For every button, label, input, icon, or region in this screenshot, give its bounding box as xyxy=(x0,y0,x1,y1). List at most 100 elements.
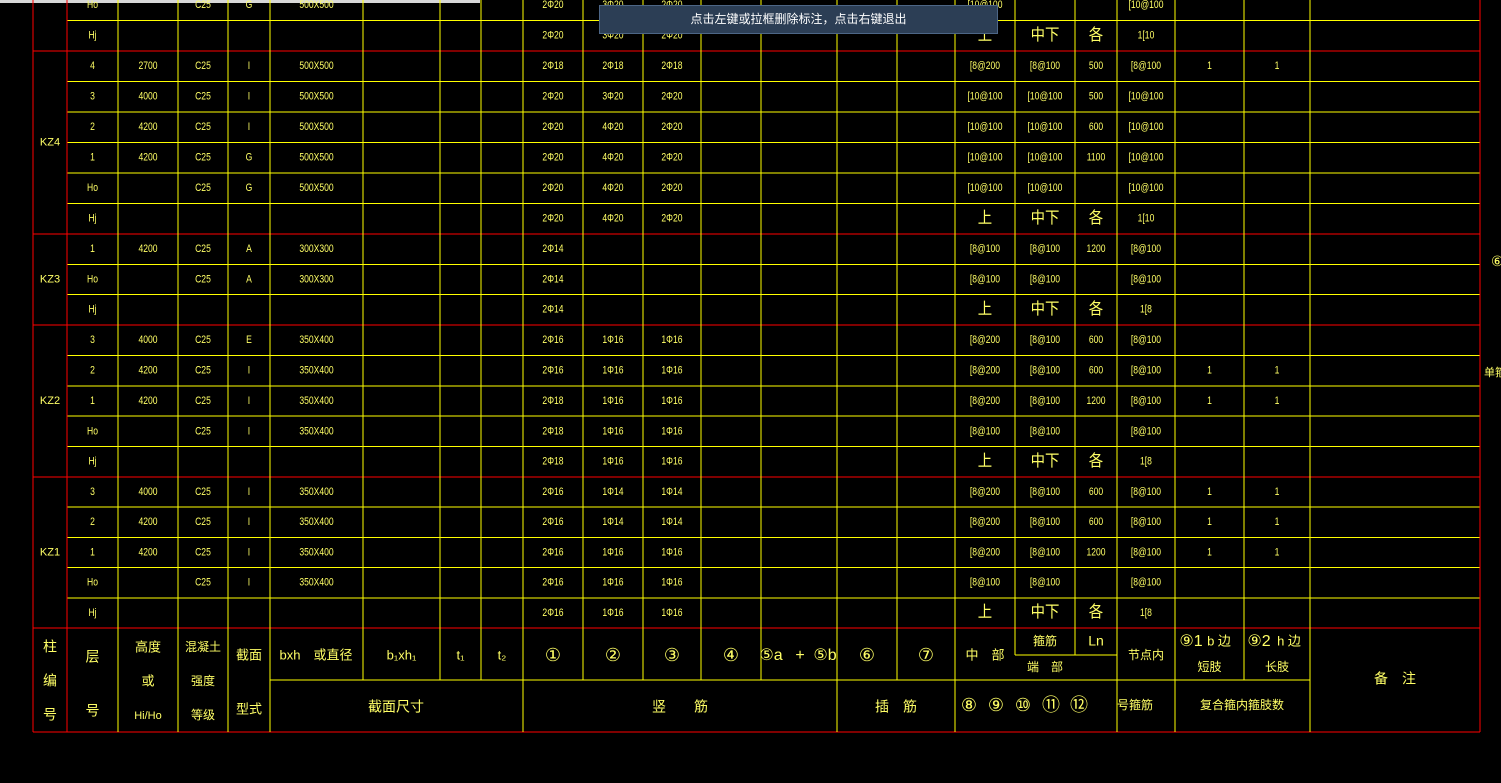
cell-value: [8@200 xyxy=(970,365,1001,377)
cell-value: G xyxy=(246,182,253,194)
cell-value: 350X400 xyxy=(299,546,334,558)
cell-value: [8@200 xyxy=(970,395,1001,407)
cell-value: 中下 xyxy=(1031,300,1060,318)
cell-value: G xyxy=(246,152,253,164)
cell-value: 1Φ16 xyxy=(661,395,683,407)
cell-value: I xyxy=(248,577,250,589)
header-hoop-num: ⑧ xyxy=(961,695,977,715)
cell-value: 1[8 xyxy=(1140,456,1152,468)
cell-value: 600 xyxy=(1089,516,1104,528)
cell-value: C25 xyxy=(195,395,211,407)
header-col-name: 柱 xyxy=(43,639,57,655)
cell-value: 1 xyxy=(90,395,95,407)
cell-value: 3Φ20 xyxy=(602,91,624,103)
cell-value: 4000 xyxy=(138,486,158,498)
side-label-right: 单箍 xyxy=(1484,365,1501,379)
cell-value: C25 xyxy=(195,546,211,558)
cell-value: 2Φ14 xyxy=(542,243,564,255)
cell-value: Ho xyxy=(87,273,98,285)
cell-value: 4200 xyxy=(138,546,158,558)
cell-value: 1 xyxy=(1207,395,1212,407)
cell-value: 2Φ16 xyxy=(542,365,564,377)
cell-value: 4000 xyxy=(138,334,158,346)
header-rebar-1: ① xyxy=(545,645,561,665)
cell-value: 4200 xyxy=(138,516,158,528)
cell-value: 1[10 xyxy=(1138,213,1155,225)
cell-value: 4Φ20 xyxy=(602,152,624,164)
header-b-dir: b 边 xyxy=(1207,633,1231,648)
cell-value: 1 xyxy=(90,152,95,164)
cell-value: 2Φ20 xyxy=(661,121,683,133)
cell-value: 2Φ20 xyxy=(661,152,683,164)
cell-value: 500X500 xyxy=(299,121,334,133)
cell-value: [8@100 xyxy=(1131,60,1162,72)
header-col-section-type: 型式 xyxy=(236,701,262,716)
cell-value: 350X400 xyxy=(299,395,334,407)
cell-value: 500X500 xyxy=(299,152,334,164)
cell-value: 1Φ16 xyxy=(661,546,683,558)
cell-value: 350X400 xyxy=(299,425,334,437)
cell-value: E xyxy=(246,334,252,346)
cell-value: 350X400 xyxy=(299,365,334,377)
cell-value: 1 xyxy=(1275,395,1280,407)
cell-value: [10@100 xyxy=(1028,121,1063,133)
cell-value: 4Φ20 xyxy=(602,121,624,133)
cell-value: 4200 xyxy=(138,395,158,407)
cell-value: [10@100 xyxy=(968,152,1003,164)
header-mid: 中 部 xyxy=(965,647,1004,662)
cell-value: I xyxy=(248,91,250,103)
cell-value: 4 xyxy=(90,60,95,72)
cell-value: 2Φ20 xyxy=(542,152,564,164)
cell-value: Hj xyxy=(88,607,96,619)
header-end: 端 部 xyxy=(1027,659,1063,674)
cell-value: [8@100 xyxy=(1131,577,1162,589)
cell-value: [8@100 xyxy=(1030,365,1061,377)
cell-value: 300X300 xyxy=(299,243,334,255)
cell-value: [10@100 xyxy=(1129,0,1164,12)
cell-value: [10@100 xyxy=(1129,182,1164,194)
cell-value: 2Φ16 xyxy=(542,334,564,346)
cell-value: A xyxy=(246,243,252,255)
cell-value: 各 xyxy=(1089,26,1103,44)
header-rebar-4: ④ xyxy=(723,645,739,665)
cell-value: 4200 xyxy=(138,365,158,377)
cell-value: [8@100 xyxy=(1131,516,1162,528)
cell-value: 1[8 xyxy=(1140,304,1152,316)
cell-value: [10@100 xyxy=(1028,91,1063,103)
cell-value: 2Φ20 xyxy=(661,182,683,194)
cell-value: 1Φ16 xyxy=(661,425,683,437)
cell-value: 中下 xyxy=(1031,209,1060,227)
cell-value: 1Φ16 xyxy=(661,607,683,619)
cell-value: 1100 xyxy=(1087,152,1106,164)
header-hoop-num: ⑪ xyxy=(1042,695,1060,715)
header-rebar-5b: ⑤b xyxy=(813,647,836,664)
cell-value: I xyxy=(248,486,250,498)
cell-value: 1Φ14 xyxy=(602,486,624,498)
header-hoop-top: 箍筋 xyxy=(1033,633,1057,648)
group-name: KZ3 xyxy=(40,273,60,285)
header-rebar-2: ② xyxy=(605,645,621,665)
cell-value: 1 xyxy=(90,243,95,255)
cell-value: [8@200 xyxy=(970,516,1001,528)
cell-value: [8@100 xyxy=(1030,486,1061,498)
header-g92: ⑨2 xyxy=(1247,633,1270,650)
cell-value: 1Φ16 xyxy=(602,425,624,437)
cad-drawing-canvas[interactable]: Ho C25 G 500X500 2Φ20 3Φ20 2Φ20 [10@100 [10@100 H… xyxy=(0,0,1501,783)
cell-value: 1[8 xyxy=(1140,607,1152,619)
cell-value: 2700 xyxy=(138,60,158,72)
cell-value: 1Φ16 xyxy=(602,577,624,589)
cell-value: A xyxy=(246,273,252,285)
cell-value: [8@100 xyxy=(1030,395,1061,407)
cell-value: 2Φ20 xyxy=(661,91,683,103)
cell-value: [8@100 xyxy=(970,425,1001,437)
cell-value: [8@100 xyxy=(1131,395,1162,407)
cell-value: 2Φ18 xyxy=(542,60,564,72)
cell-value: 各 xyxy=(1089,452,1103,470)
cell-value: 2Φ18 xyxy=(542,425,564,437)
cell-value: 2Φ20 xyxy=(542,91,564,103)
cell-value: [8@100 xyxy=(1131,546,1162,558)
cell-value: 各 xyxy=(1089,300,1103,318)
cell-value: 1 xyxy=(1275,486,1280,498)
cell-value: [8@100 xyxy=(1030,516,1061,528)
cell-value: 1Φ14 xyxy=(661,486,683,498)
